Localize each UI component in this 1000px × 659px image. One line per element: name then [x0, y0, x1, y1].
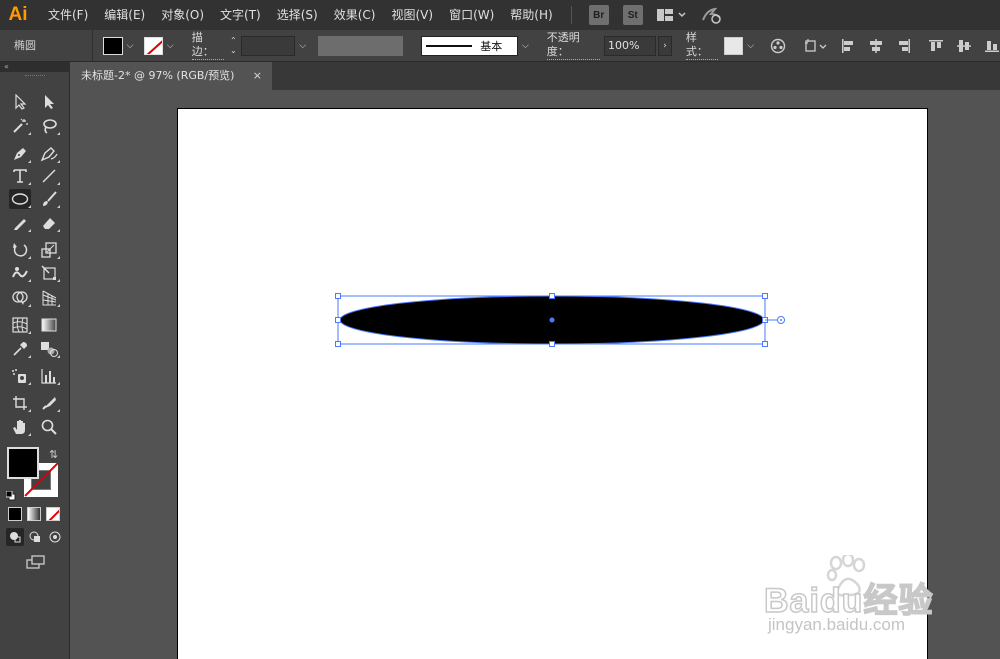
artboard-icon[interactable]	[9, 393, 31, 413]
menu-items: 文件(F) 编辑(E) 对象(O) 文字(T) 选择(S) 效果(C) 视图(V…	[40, 0, 561, 30]
magic-wand-icon[interactable]	[9, 116, 31, 136]
slice-icon[interactable]	[38, 393, 60, 413]
stroke-stepper[interactable]: ⌃ ⌄	[228, 36, 240, 56]
shape-builder-icon[interactable]	[9, 288, 31, 308]
hand-icon[interactable]	[9, 417, 31, 437]
control-bar: 椭圆 ⌵ ⌵ 描边： ⌃ ⌄ ⌵ 基本 ⌵ 不透明度： 100% › 样式： ⌵	[0, 29, 1000, 62]
panel-grip[interactable]	[24, 75, 45, 77]
line-segment-icon[interactable]	[38, 166, 60, 186]
transform-object-icon[interactable]	[804, 38, 828, 54]
document-tab[interactable]: 未标题-2* @ 97% (RGB/预览) ×	[70, 62, 272, 90]
stroke-weight-input[interactable]	[241, 35, 296, 56]
direct-selection-icon[interactable]	[38, 92, 60, 112]
menu-type[interactable]: 文字(T)	[212, 0, 269, 30]
fill-color-box[interactable]	[7, 447, 39, 479]
opacity-label[interactable]: 不透明度：	[546, 31, 600, 60]
illustrator-window: Ai 文件(F) 编辑(E) 对象(O) 文字(T) 选择(S) 效果(C) 视…	[0, 0, 1000, 659]
brush-name: 基本	[480, 39, 503, 53]
variable-width-profile[interactable]	[318, 35, 404, 56]
menu-file[interactable]: 文件(F)	[40, 0, 96, 30]
draw-inside-icon[interactable]	[46, 528, 64, 546]
pen-icon[interactable]	[9, 144, 31, 164]
document-tab-bar: 未标题-2* @ 97% (RGB/预览) ×	[70, 62, 1000, 90]
pencil-icon[interactable]	[9, 213, 31, 233]
align-vertical-center-icon[interactable]	[956, 38, 972, 54]
close-tab-icon[interactable]: ×	[253, 62, 262, 90]
menu-bar: Ai 文件(F) 编辑(E) 对象(O) 文字(T) 选择(S) 效果(C) 视…	[0, 0, 1000, 30]
fill-swatch[interactable]	[103, 36, 123, 55]
stock-button[interactable]: St	[622, 5, 643, 25]
baidu-watermark: Baidu经验 jingyan.baidu.com	[760, 552, 960, 645]
gradient-icon[interactable]	[38, 315, 60, 335]
chevron-down-icon[interactable]: ⌵	[167, 41, 174, 51]
chevron-down-icon[interactable]: ⌵	[522, 41, 529, 51]
gradient-mode-button[interactable]	[27, 507, 41, 521]
color-mode-button[interactable]	[8, 507, 22, 521]
column-graph-icon[interactable]	[38, 366, 60, 386]
selected-object-type: 椭圆	[0, 29, 94, 62]
eraser-icon[interactable]	[38, 213, 60, 233]
scale-icon[interactable]	[38, 240, 60, 260]
align-left-icon[interactable]	[840, 38, 856, 54]
menu-help[interactable]: 帮助(H)	[502, 0, 560, 30]
blend-icon[interactable]	[38, 339, 60, 359]
selection-icon[interactable]	[9, 92, 31, 112]
screen-mode-icon[interactable]	[24, 552, 48, 572]
gpu-performance-icon[interactable]	[701, 6, 723, 24]
document-tab-title: 未标题-2* @ 97% (RGB/预览)	[81, 69, 235, 82]
type-icon[interactable]	[9, 166, 31, 186]
none-mode-button[interactable]	[46, 507, 60, 521]
menu-separator	[570, 6, 572, 24]
opacity-input[interactable]: 100%	[603, 35, 657, 56]
swap-fill-stroke-icon[interactable]: ⇅	[49, 448, 58, 461]
align-bottom-icon[interactable]	[984, 38, 1000, 54]
symbol-sprayer-icon[interactable]	[9, 366, 31, 386]
bridge-button[interactable]: Br	[588, 5, 609, 25]
menu-edit[interactable]: 编辑(E)	[96, 0, 153, 30]
recolor-artwork-icon[interactable]	[770, 38, 786, 54]
default-fill-stroke-icon[interactable]	[5, 486, 16, 501]
chevron-down-icon[interactable]: ⌵	[747, 41, 754, 51]
menu-window[interactable]: 窗口(W)	[441, 0, 502, 30]
lasso-icon[interactable]	[38, 116, 60, 136]
menu-view[interactable]: 视图(V)	[383, 0, 441, 30]
mesh-icon[interactable]	[9, 315, 31, 335]
paintbrush-icon[interactable]	[38, 189, 60, 209]
perspective-grid-icon[interactable]	[38, 288, 60, 308]
draw-behind-icon[interactable]	[26, 528, 44, 546]
zoom-icon[interactable]	[38, 417, 60, 437]
warp-icon[interactable]	[9, 263, 31, 283]
stroke-swatch[interactable]	[143, 36, 163, 55]
menu-select[interactable]: 选择(S)	[269, 0, 326, 30]
brush-stroke-preview	[426, 44, 473, 47]
arrange-documents-icon[interactable]	[656, 8, 687, 22]
align-horizontal-center-icon[interactable]	[868, 38, 884, 54]
align-right-icon[interactable]	[896, 38, 912, 54]
curvature-icon[interactable]	[38, 144, 60, 164]
graphic-style-swatch[interactable]	[723, 36, 744, 55]
watermark-url: jingyan.baidu.com	[768, 615, 906, 634]
rotate-icon[interactable]	[9, 240, 31, 260]
menu-effect[interactable]: 效果(C)	[326, 0, 384, 30]
app-logo: Ai	[8, 4, 28, 25]
free-transform-icon[interactable]	[38, 263, 60, 283]
style-label: 样式：	[685, 31, 718, 60]
panel-collapse-icon[interactable]: «	[0, 62, 69, 72]
ellipse-icon[interactable]	[9, 189, 31, 209]
chevron-down-icon[interactable]: ⌵	[127, 41, 134, 51]
tools-panel: « ⇅	[0, 62, 70, 659]
opacity-arrow-button[interactable]: ›	[658, 35, 672, 56]
align-top-icon[interactable]	[928, 38, 944, 54]
draw-normal-icon[interactable]	[6, 528, 24, 546]
brush-definition[interactable]: 基本	[421, 35, 518, 56]
chevron-down-icon[interactable]: ⌵	[299, 41, 306, 51]
stroke-label[interactable]: 描边：	[191, 31, 224, 60]
eyedropper-icon[interactable]	[9, 339, 31, 359]
menu-object[interactable]: 对象(O)	[153, 0, 212, 30]
